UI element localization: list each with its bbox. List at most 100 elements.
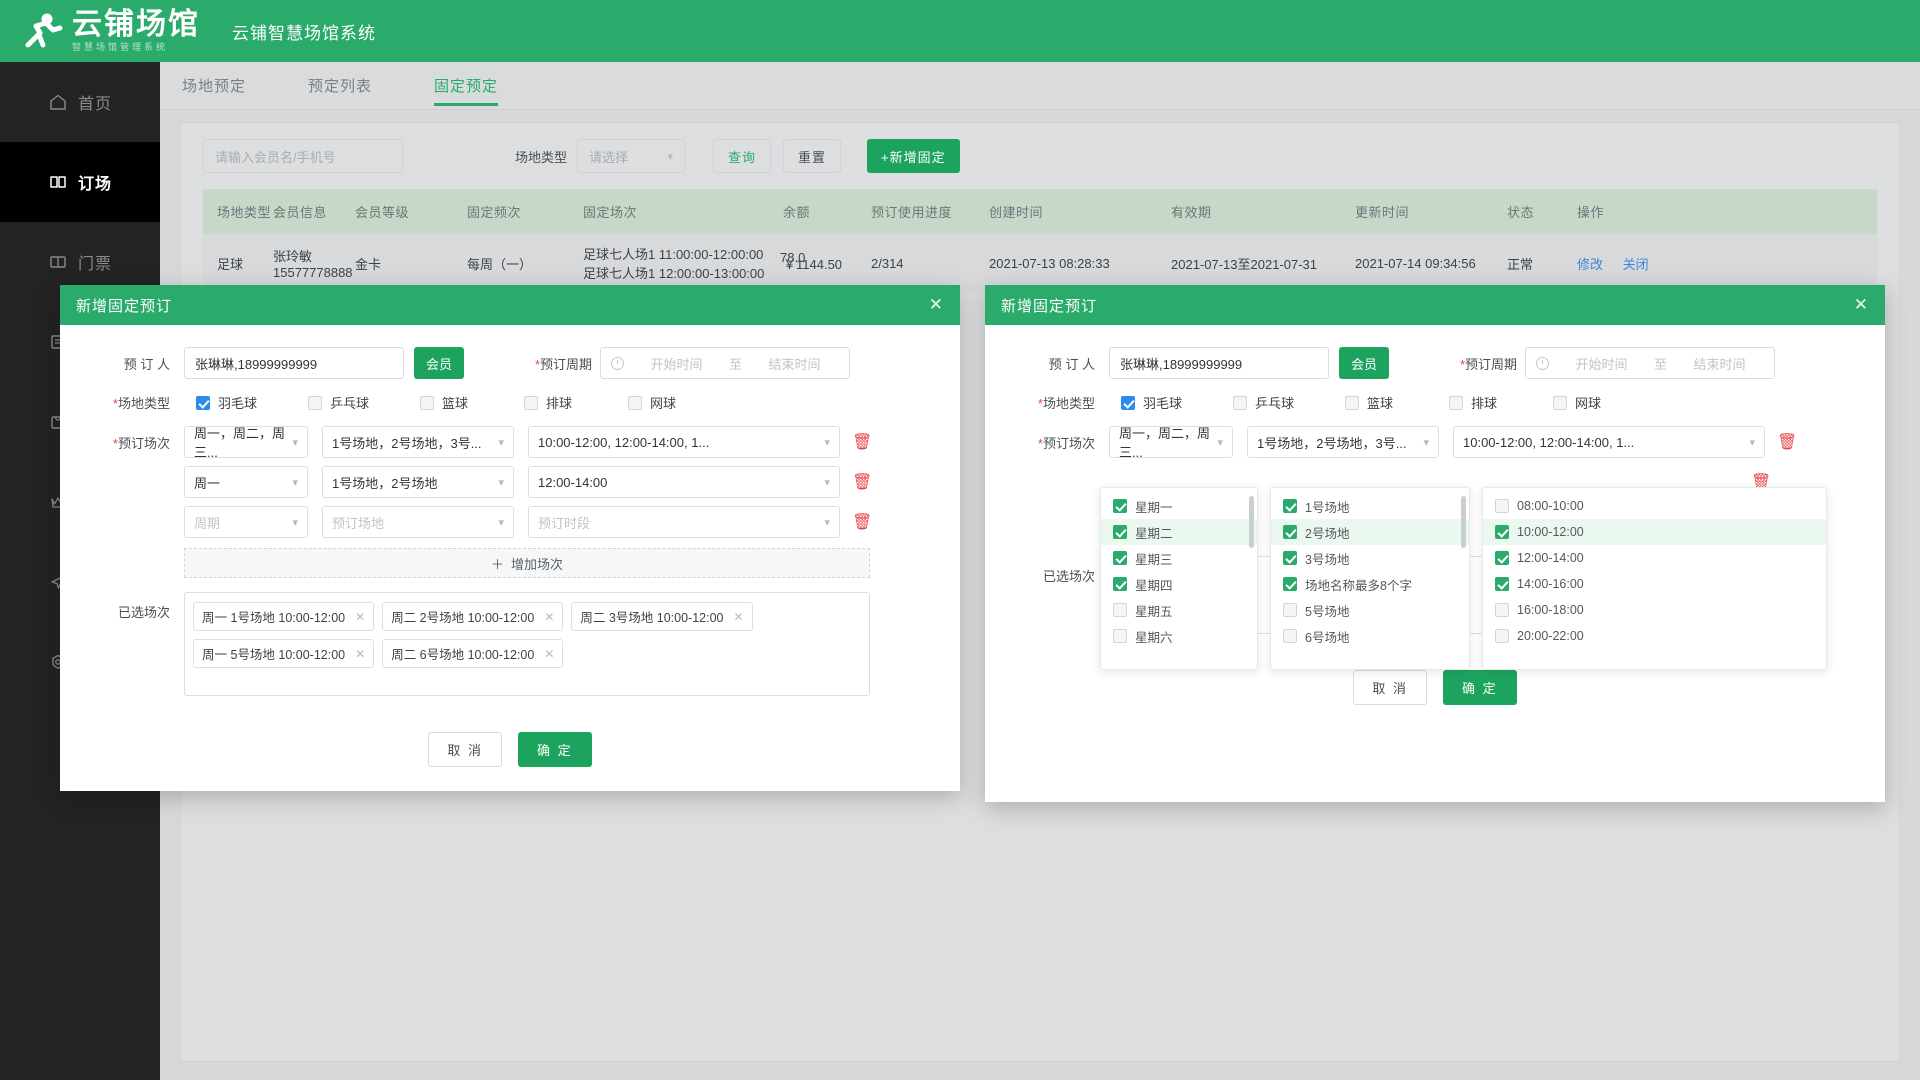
sidebar-item-home[interactable]: 首页 xyxy=(0,62,160,142)
tab-booking-list[interactable]: 预定列表 xyxy=(308,62,372,110)
dropdown-option[interactable]: 星期一 xyxy=(1101,493,1257,519)
cycle-start-input[interactable]: 开始时间 xyxy=(1557,354,1646,373)
checkbox-volleyball[interactable]: 排球 xyxy=(1449,393,1553,412)
dropdown-option[interactable]: 3号场地 xyxy=(1271,545,1469,571)
weekday-select[interactable]: 周一，周二，周三...▾ xyxy=(1109,426,1233,458)
checkbox-tabletennis[interactable]: 乒乓球 xyxy=(1233,393,1345,412)
edit-link[interactable]: 修改 xyxy=(1577,257,1603,272)
session-tag[interactable]: 周二 6号场地 10:00-12:00✕ xyxy=(382,639,563,668)
tab-venue-booking[interactable]: 场地预定 xyxy=(182,62,246,110)
dropdown-option[interactable]: 1号场地 xyxy=(1271,493,1469,519)
chevron-down-icon: ▾ xyxy=(292,436,298,449)
booker-input[interactable]: 张琳琳,18999999999 xyxy=(1109,347,1329,379)
weekday-select-value: 周一，周二，周三... xyxy=(194,423,292,461)
time-select[interactable]: 10:00-12:00, 12:00-14:00, 1...▾ xyxy=(528,426,840,458)
search-input[interactable]: 请输入会员名/手机号 xyxy=(203,139,403,173)
time-select[interactable]: 12:00-14:00▾ xyxy=(528,466,840,498)
confirm-button[interactable]: 确 定 xyxy=(518,732,592,767)
dropdown-option-label: 6号场地 xyxy=(1305,627,1349,646)
remove-tag-icon[interactable]: ✕ xyxy=(355,647,365,661)
time-select[interactable]: 10:00-12:00, 12:00-14:00, 1...▾ xyxy=(1453,426,1765,458)
delete-row-icon[interactable]: 🗑 xyxy=(1777,432,1797,452)
logo[interactable]: 云铺场馆 智慧场馆管理系统 xyxy=(22,9,200,53)
plus-icon: ＋ xyxy=(491,554,504,573)
checkbox-basketball[interactable]: 篮球 xyxy=(420,393,524,412)
sidebar-item-booking[interactable]: 订场 xyxy=(0,142,160,222)
dropdown-option[interactable]: 14:00-16:00 xyxy=(1483,571,1826,597)
member-button[interactable]: 会员 xyxy=(1339,347,1389,379)
time-dropdown-panel[interactable]: 08:00-10:00 10:00-12:00 12:00-14:00 14:0… xyxy=(1482,487,1827,670)
cycle-end-input[interactable]: 结束时间 xyxy=(1675,354,1764,373)
venue-type-select[interactable]: 请选择 ▾ xyxy=(577,139,685,173)
dropdown-option[interactable]: 5号场地 xyxy=(1271,597,1469,623)
time-select[interactable]: 预订时段▾ xyxy=(528,506,840,538)
session-tag[interactable]: 周二 3号场地 10:00-12:00✕ xyxy=(571,602,752,631)
cycle-end-input[interactable]: 结束时间 xyxy=(750,354,839,373)
court-dropdown-panel[interactable]: 1号场地 2号场地 3号场地 场地名称最多8个字 5号场地 6号场地 xyxy=(1270,487,1470,670)
checkbox-badminton[interactable]: 羽毛球 xyxy=(1121,393,1233,412)
remove-tag-icon[interactable]: ✕ xyxy=(544,610,554,624)
dropdown-option[interactable]: 16:00-18:00 xyxy=(1483,597,1826,623)
chevron-down-icon: ▾ xyxy=(498,516,504,529)
checkbox-badminton[interactable]: 羽毛球 xyxy=(196,393,308,412)
dropdown-option[interactable]: 星期四 xyxy=(1101,571,1257,597)
session-tag[interactable]: 周一 1号场地 10:00-12:00✕ xyxy=(193,602,374,631)
confirm-button[interactable]: 确 定 xyxy=(1443,670,1517,705)
remove-tag-icon[interactable]: ✕ xyxy=(544,647,554,661)
add-session-button[interactable]: ＋ 增加场次 xyxy=(184,548,870,578)
court-select[interactable]: 1号场地，2号场地，3号...▾ xyxy=(1247,426,1439,458)
checkbox-basketball[interactable]: 篮球 xyxy=(1345,393,1449,412)
dropdown-option[interactable]: 星期二 xyxy=(1101,519,1257,545)
weekday-select-placeholder: 周期 xyxy=(194,513,220,532)
close-icon[interactable]: ✕ xyxy=(929,295,944,315)
weekday-select[interactable]: 周一，周二，周三...▾ xyxy=(184,426,308,458)
delete-row-icon[interactable]: 🗑 xyxy=(852,432,872,452)
reset-button[interactable]: 重置 xyxy=(783,139,841,173)
cancel-button[interactable]: 取 消 xyxy=(1353,670,1427,705)
time-select-placeholder: 预订时段 xyxy=(538,513,590,532)
delete-row-icon[interactable]: 🗑 xyxy=(852,512,872,532)
checkbox-tabletennis[interactable]: 乒乓球 xyxy=(308,393,420,412)
query-button[interactable]: 查询 xyxy=(713,139,771,173)
member-button[interactable]: 会员 xyxy=(414,347,464,379)
dropdown-option[interactable]: 12:00-14:00 xyxy=(1483,545,1826,571)
add-fixed-booking-dialog-left: 新增固定预订 ✕ 预 订 人 张琳琳,18999999999 会员 *预订周期 … xyxy=(60,285,960,791)
dropdown-option[interactable]: 08:00-10:00 xyxy=(1483,493,1826,519)
court-select[interactable]: 预订场地▾ xyxy=(322,506,514,538)
cycle-daterange[interactable]: 开始时间 至 结束时间 xyxy=(600,347,850,379)
court-select[interactable]: 1号场地，2号场地，3号...▾ xyxy=(322,426,514,458)
cycle-daterange[interactable]: 开始时间 至 结束时间 xyxy=(1525,347,1775,379)
dropdown-scrollbar[interactable] xyxy=(1249,496,1254,548)
session-tag[interactable]: 周一 5号场地 10:00-12:00✕ xyxy=(193,639,374,668)
close-link[interactable]: 关闭 xyxy=(1623,257,1649,272)
dropdown-option[interactable]: 场地名称最多8个字 xyxy=(1271,571,1469,597)
weekday-select[interactable]: 周一▾ xyxy=(184,466,308,498)
session-tag[interactable]: 周二 2号场地 10:00-12:00✕ xyxy=(382,602,563,631)
checkbox-box xyxy=(1553,396,1567,410)
booker-input[interactable]: 张琳琳,18999999999 xyxy=(184,347,404,379)
dropdown-option[interactable]: 星期五 xyxy=(1101,597,1257,623)
checkbox-tennis[interactable]: 网球 xyxy=(1553,393,1601,412)
tab-fixed-booking[interactable]: 固定预定 xyxy=(434,62,498,110)
checkbox-volleyball[interactable]: 排球 xyxy=(524,393,628,412)
close-icon[interactable]: ✕ xyxy=(1854,295,1869,315)
dropdown-option[interactable]: 星期六 xyxy=(1101,623,1257,649)
app-title: 云铺智慧场馆系统 xyxy=(232,19,376,44)
weekday-dropdown-panel[interactable]: 星期一 星期二 星期三 星期四 星期五 星期六 xyxy=(1100,487,1258,670)
cancel-button[interactable]: 取 消 xyxy=(428,732,502,767)
weekday-select[interactable]: 周期▾ xyxy=(184,506,308,538)
table-row[interactable]: 足球 张玲敏 15577778888 金卡 每周（一） 足球七人场1 11:00… xyxy=(203,234,1877,292)
dropdown-option[interactable]: 10:00-12:00 xyxy=(1483,519,1826,545)
cycle-start-input[interactable]: 开始时间 xyxy=(632,354,721,373)
dropdown-option[interactable]: 6号场地 xyxy=(1271,623,1469,649)
remove-tag-icon[interactable]: ✕ xyxy=(734,610,744,624)
court-select[interactable]: 1号场地，2号场地▾ xyxy=(322,466,514,498)
dropdown-option[interactable]: 星期三 xyxy=(1101,545,1257,571)
remove-tag-icon[interactable]: ✕ xyxy=(355,610,365,624)
checkbox-tennis[interactable]: 网球 xyxy=(628,393,676,412)
dropdown-scrollbar[interactable] xyxy=(1461,496,1466,548)
delete-row-icon[interactable]: 🗑 xyxy=(852,472,872,492)
add-fixed-booking-button[interactable]: +新增固定 xyxy=(867,139,960,173)
dropdown-option[interactable]: 2号场地 xyxy=(1271,519,1469,545)
dropdown-option[interactable]: 20:00-22:00 xyxy=(1483,623,1826,649)
